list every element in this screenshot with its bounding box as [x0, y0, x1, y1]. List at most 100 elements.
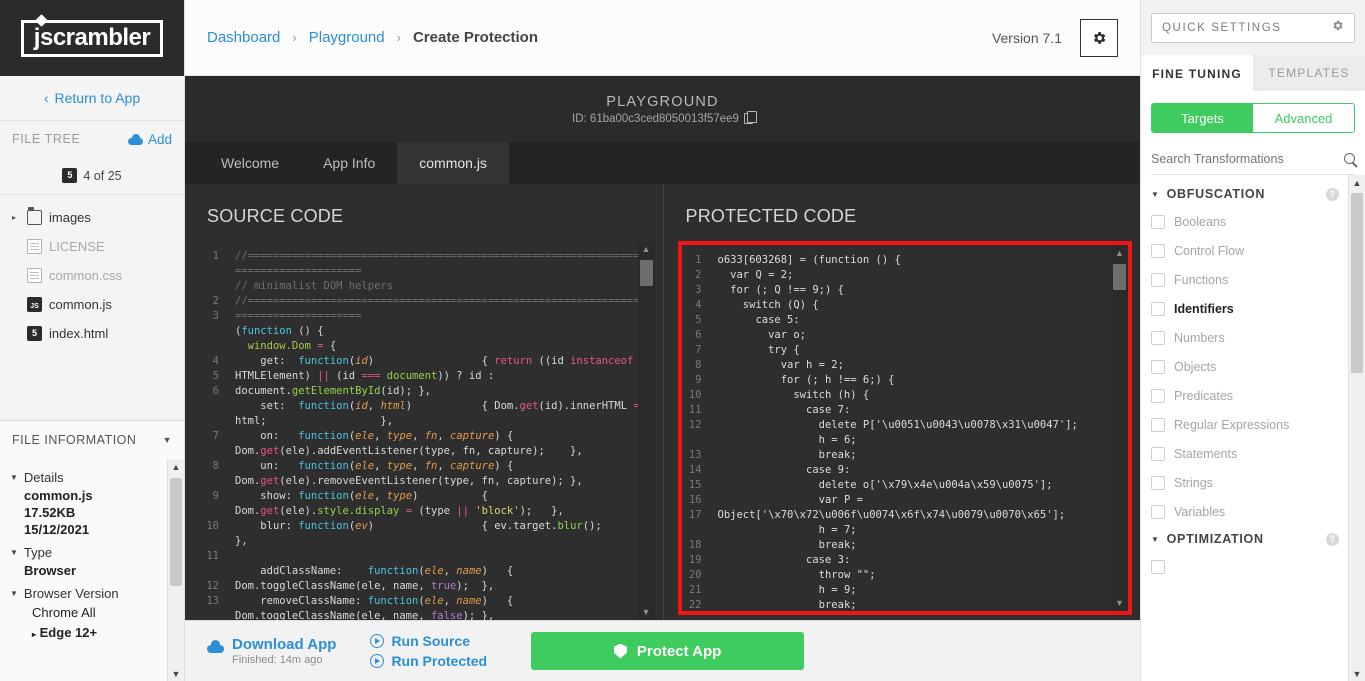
run-buttons-group: Run Source Run Protected	[370, 633, 487, 669]
help-icon[interactable]: ?	[1326, 187, 1339, 201]
tab-app-info[interactable]: App Info	[301, 142, 397, 184]
checkbox[interactable]	[1151, 359, 1165, 374]
browser-edge-label: Edge 12+	[39, 625, 98, 640]
scroll-down-arrow-icon[interactable]: ▼	[1111, 595, 1128, 611]
checkbox[interactable]	[1151, 388, 1165, 403]
chevron-down-icon: ▼	[10, 589, 18, 598]
tree-item-images[interactable]: ▸ images	[0, 203, 184, 232]
protected-code-editor[interactable]: 1 2 3 4 5 6 7 8 9 10 11 12 13 14 15 16 1…	[677, 241, 1132, 615]
segment-targets[interactable]: Targets	[1152, 104, 1253, 132]
gear-icon	[1091, 30, 1107, 46]
transformation-label: Booleans	[1174, 214, 1227, 229]
browser-edge-group[interactable]: ▸ Edge 12+	[32, 623, 184, 645]
tree-item-common-css[interactable]: common.css	[0, 261, 184, 290]
details-group-header[interactable]: ▼ Details	[10, 470, 184, 485]
scroll-down-arrow-icon[interactable]: ▼	[638, 604, 655, 620]
scroll-up-arrow-icon[interactable]: ▲	[1111, 245, 1128, 261]
copy-icon[interactable]	[743, 111, 757, 124]
checkbox[interactable]	[1151, 417, 1165, 432]
segment-advanced[interactable]: Advanced	[1253, 104, 1354, 132]
tree-item-license[interactable]: LICENSE	[0, 232, 184, 261]
source-code-title: SOURCE CODE	[207, 206, 344, 226]
scroll-up-arrow-icon[interactable]: ▲	[638, 241, 655, 257]
transformation-predicates[interactable]: Predicates	[1141, 381, 1365, 410]
settings-button[interactable]	[1080, 18, 1118, 57]
checkbox[interactable]	[1151, 243, 1165, 258]
scrollbar-thumb[interactable]	[170, 478, 182, 586]
transformations-scrollbar[interactable]: ▲ ▼	[1348, 175, 1365, 681]
transformation-objects[interactable]: Objects	[1141, 352, 1365, 381]
scroll-down-arrow-icon[interactable]: ▼	[1349, 666, 1365, 681]
checkbox[interactable]	[1151, 446, 1165, 461]
breadcrumb-playground[interactable]: Playground	[309, 29, 385, 46]
scroll-down-arrow-icon[interactable]: ▼	[168, 666, 184, 681]
line-number: 7	[212, 430, 219, 442]
tab-welcome[interactable]: Welcome	[199, 142, 301, 184]
checkbox[interactable]	[1151, 475, 1165, 490]
add-file-button[interactable]: Add	[127, 132, 172, 147]
section-optimization-header[interactable]: ▼ OPTIMIZATION ?	[1141, 526, 1365, 552]
transformation-variables[interactable]: Variables	[1141, 497, 1365, 526]
source-code-pane: SOURCE CODE 1 2 3 4 5 6 7 8 9 10 11 12 1…	[185, 184, 663, 620]
cloud-upload-icon	[127, 133, 143, 145]
type-group-header[interactable]: ▼ Type	[10, 545, 184, 560]
source-editor-scrollbar[interactable]: ▲ ▼	[637, 241, 655, 620]
protected-editor-scrollbar[interactable]: ▲ ▼	[1111, 245, 1128, 611]
checkbox[interactable]	[1151, 504, 1165, 519]
browser-version-group-header[interactable]: ▼ Browser Version	[10, 586, 184, 601]
source-code-editor[interactable]: 1 2 3 4 5 6 7 8 9 10 11 12 13 //========…	[199, 241, 655, 620]
transformation-booleans[interactable]: Booleans	[1141, 207, 1365, 236]
scrollbar-thumb[interactable]	[1113, 264, 1126, 290]
chevron-down-icon[interactable]: ▼	[163, 435, 172, 445]
chevron-right-icon[interactable]: ▸	[12, 213, 20, 222]
scrollbar-thumb[interactable]	[639, 260, 653, 286]
return-to-app-link[interactable]: ‹ Return to App	[0, 76, 184, 121]
tab-common-js[interactable]: common.js	[397, 142, 509, 184]
file-tree-title: FILE TREE	[12, 132, 81, 146]
checkbox[interactable]	[1151, 214, 1165, 229]
help-icon[interactable]: ?	[1326, 532, 1339, 546]
search-transformations-input[interactable]	[1151, 151, 1321, 166]
tree-item-index-html[interactable]: 5 index.html	[0, 319, 184, 348]
line-number: 8	[695, 359, 702, 371]
transformation-regular-expressions[interactable]: Regular Expressions	[1141, 410, 1365, 439]
brand-logo[interactable]: jscrambler	[0, 0, 184, 76]
tab-label: FINE TUNING	[1152, 67, 1242, 81]
transformation-optimization-first[interactable]	[1141, 552, 1365, 581]
tab-fine-tuning[interactable]: FINE TUNING	[1141, 55, 1253, 91]
tree-item-common-js[interactable]: JS common.js	[0, 290, 184, 319]
scrollbar-thumb[interactable]	[1351, 193, 1363, 373]
transformation-label: Control Flow	[1174, 243, 1245, 258]
checkbox[interactable]	[1151, 559, 1165, 574]
transformation-numbers[interactable]: Numbers	[1141, 323, 1365, 352]
transformation-control-flow[interactable]: Control Flow	[1141, 236, 1365, 265]
tab-templates[interactable]: TEMPLATES	[1253, 55, 1365, 91]
download-app-button[interactable]: Download App Finished: 14m ago	[207, 636, 336, 667]
transformation-statements[interactable]: Statements	[1141, 439, 1365, 468]
transformation-strings[interactable]: Strings	[1141, 468, 1365, 497]
search-icon[interactable]	[1344, 153, 1355, 164]
line-number: 19	[688, 554, 702, 566]
file-information-header[interactable]: FILE INFORMATION ▼	[0, 421, 184, 459]
file-information-scrollbar[interactable]: ▲ ▼	[167, 459, 184, 681]
run-source-button[interactable]: Run Source	[370, 633, 487, 649]
section-obfuscation-header[interactable]: ▼ OBFUSCATION ?	[1141, 181, 1365, 207]
checkbox[interactable]	[1151, 330, 1165, 345]
protect-app-label: Protect App	[636, 642, 722, 660]
scroll-up-arrow-icon[interactable]: ▲	[1349, 175, 1365, 190]
breadcrumb-dashboard[interactable]: Dashboard	[207, 29, 280, 46]
transformation-functions[interactable]: Functions	[1141, 265, 1365, 294]
protect-app-button[interactable]: Protect App	[531, 632, 805, 670]
chevron-down-icon: ▼	[1151, 534, 1160, 544]
tree-item-label: common.css	[49, 268, 122, 283]
tab-label: TEMPLATES	[1268, 66, 1350, 80]
scroll-up-arrow-icon[interactable]: ▲	[168, 459, 184, 474]
run-protected-button[interactable]: Run Protected	[370, 653, 487, 669]
quick-settings-button[interactable]: QUICK SETTINGS	[1151, 12, 1355, 43]
line-number: 2	[212, 295, 219, 307]
details-label: Details	[23, 470, 64, 485]
transformation-label: Identifiers	[1174, 301, 1234, 316]
transformation-identifiers[interactable]: Identifiers	[1141, 294, 1365, 323]
checkbox[interactable]	[1151, 301, 1165, 316]
checkbox[interactable]	[1151, 272, 1165, 287]
